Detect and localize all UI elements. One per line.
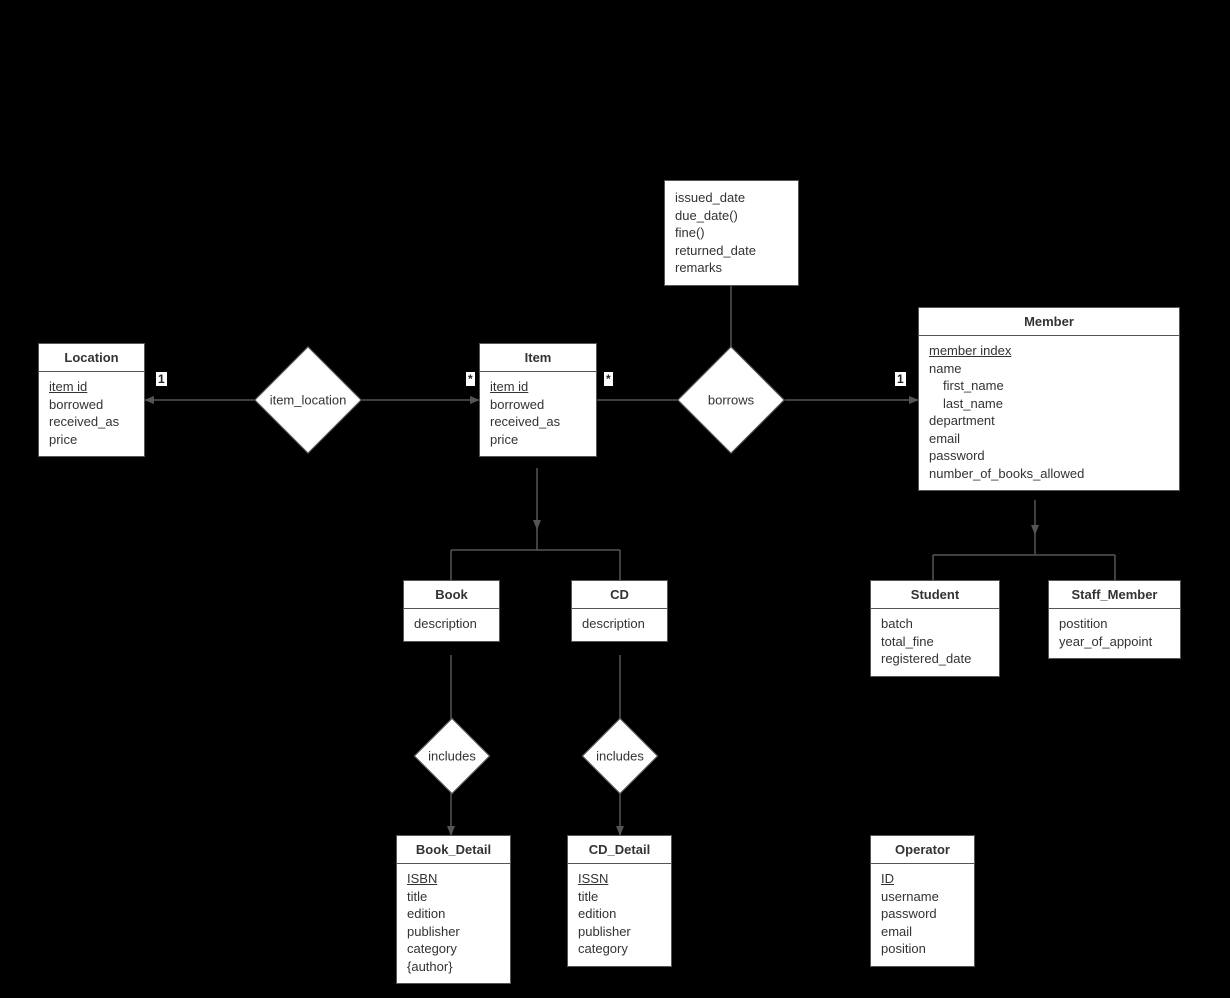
- attr: price: [490, 431, 586, 449]
- attr: registered_date: [881, 650, 989, 668]
- attr: password: [929, 447, 1169, 465]
- attr: title: [578, 888, 661, 906]
- entity-title: Item: [480, 344, 596, 372]
- entity-title: CD: [572, 581, 667, 609]
- attr: description: [582, 615, 657, 633]
- attr: due_date(): [675, 207, 788, 225]
- attr: username: [881, 888, 964, 906]
- attr: postition: [1059, 615, 1170, 633]
- relationship-borrows: borrows: [677, 346, 784, 453]
- attr: ISBN: [407, 870, 500, 888]
- entity-borrows-attrs: issued_date due_date() fine() returned_d…: [664, 180, 799, 286]
- entity-title: Operator: [871, 836, 974, 864]
- entity-body: ID username password email position: [871, 864, 974, 966]
- attr: fine(): [675, 224, 788, 242]
- attr: remarks: [675, 259, 788, 277]
- entity-book-detail: Book_Detail ISBN title edition publisher…: [396, 835, 511, 984]
- relationship-item-location: item_location: [254, 346, 361, 453]
- attr: received_as: [490, 413, 586, 431]
- entity-body: postition year_of_appoint: [1049, 609, 1180, 658]
- entity-book: Book description: [403, 580, 500, 642]
- attr: batch: [881, 615, 989, 633]
- attr: year_of_appoint: [1059, 633, 1170, 651]
- attr: position: [881, 940, 964, 958]
- entity-staff-member: Staff_Member postition year_of_appoint: [1048, 580, 1181, 659]
- attr: description: [414, 615, 489, 633]
- entity-body: description: [572, 609, 667, 641]
- entity-title: Book_Detail: [397, 836, 510, 864]
- attr: title: [407, 888, 500, 906]
- attr: category: [407, 940, 500, 958]
- entity-student: Student batch total_fine registered_date: [870, 580, 1000, 677]
- entity-title: Staff_Member: [1049, 581, 1180, 609]
- attr: first_name: [929, 377, 1169, 395]
- cardinality-label: 1: [895, 372, 906, 386]
- entity-title: CD_Detail: [568, 836, 671, 864]
- attr: name: [929, 360, 1169, 378]
- attr: borrowed: [490, 396, 586, 414]
- attr: publisher: [578, 923, 661, 941]
- entity-body: ISSN title edition publisher category: [568, 864, 671, 966]
- er-diagram: Location item id borrowed received_as pr…: [0, 0, 1230, 998]
- relationship-label: includes: [596, 749, 644, 764]
- cardinality-label: 1: [156, 372, 167, 386]
- attr: last_name: [929, 395, 1169, 413]
- attr: password: [881, 905, 964, 923]
- attr: {author}: [407, 958, 500, 976]
- attr: email: [929, 430, 1169, 448]
- attr: edition: [578, 905, 661, 923]
- relationship-includes-book: includes: [414, 718, 490, 794]
- entity-location: Location item id borrowed received_as pr…: [38, 343, 145, 457]
- entity-title: Location: [39, 344, 144, 372]
- attr: total_fine: [881, 633, 989, 651]
- entity-body: item id borrowed received_as price: [39, 372, 144, 456]
- attr: issued_date: [675, 189, 788, 207]
- attr: email: [881, 923, 964, 941]
- attr: department: [929, 412, 1169, 430]
- attr: edition: [407, 905, 500, 923]
- entity-body: description: [404, 609, 499, 641]
- entity-item: Item item id borrowed received_as price: [479, 343, 597, 457]
- attr: returned_date: [675, 242, 788, 260]
- attr: number_of_books_allowed: [929, 465, 1169, 483]
- attr: price: [49, 431, 134, 449]
- attr: category: [578, 940, 661, 958]
- attr: publisher: [407, 923, 500, 941]
- attr: member index: [929, 342, 1169, 360]
- entity-title: Student: [871, 581, 999, 609]
- entity-body: batch total_fine registered_date: [871, 609, 999, 676]
- entity-cd: CD description: [571, 580, 668, 642]
- entity-body: member index name first_name last_name d…: [919, 336, 1179, 490]
- attr: ISSN: [578, 870, 661, 888]
- entity-member: Member member index name first_name last…: [918, 307, 1180, 491]
- entity-body: issued_date due_date() fine() returned_d…: [665, 181, 798, 285]
- relationship-includes-cd: includes: [582, 718, 658, 794]
- entity-body: ISBN title edition publisher category {a…: [397, 864, 510, 983]
- cardinality-label: *: [604, 372, 613, 386]
- entity-title: Member: [919, 308, 1179, 336]
- cardinality-label: *: [466, 372, 475, 386]
- entity-operator: Operator ID username password email posi…: [870, 835, 975, 967]
- attr: item id: [49, 378, 134, 396]
- relationship-label: item_location: [270, 393, 347, 408]
- relationship-label: borrows: [708, 393, 754, 408]
- attr: ID: [881, 870, 964, 888]
- attr: received_as: [49, 413, 134, 431]
- entity-cd-detail: CD_Detail ISSN title edition publisher c…: [567, 835, 672, 967]
- attr: item id: [490, 378, 586, 396]
- attr: borrowed: [49, 396, 134, 414]
- entity-title: Book: [404, 581, 499, 609]
- entity-body: item id borrowed received_as price: [480, 372, 596, 456]
- relationship-label: includes: [428, 749, 476, 764]
